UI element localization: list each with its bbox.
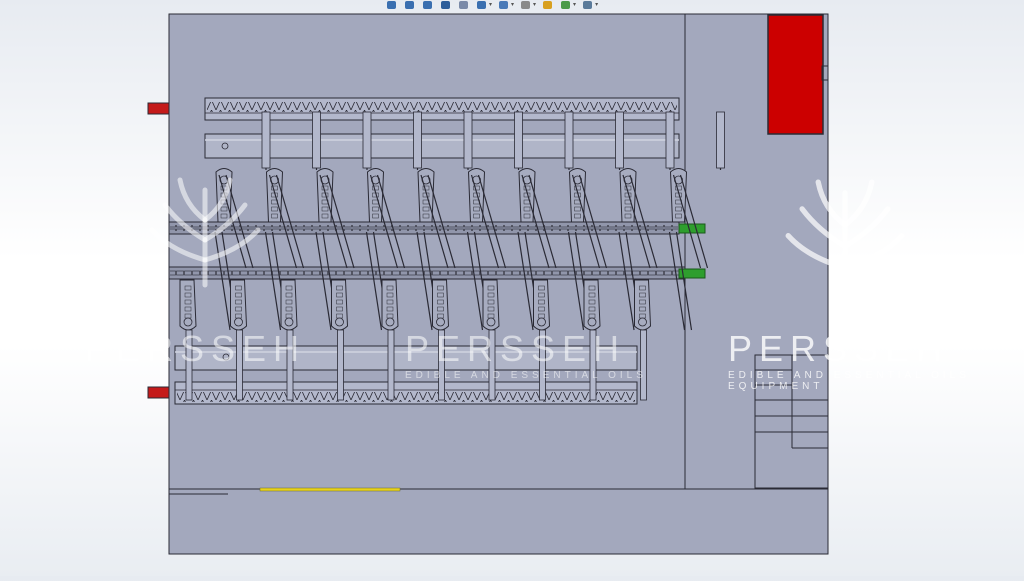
cad-viewport[interactable]: PERSSEH PERSSEH EDIBLE AND ESSENTIAL OIL…	[0, 0, 1024, 576]
left-outlet-bottom	[147, 386, 170, 399]
cad-drawing	[147, 13, 829, 555]
bottom-tube	[174, 345, 638, 371]
red-tank	[767, 14, 824, 135]
upper-motor-fitting	[678, 223, 706, 234]
top-tube	[204, 133, 680, 159]
left-outlet-top	[147, 102, 170, 115]
floor-plan	[168, 13, 829, 555]
yellow-floor-marking	[259, 487, 401, 492]
